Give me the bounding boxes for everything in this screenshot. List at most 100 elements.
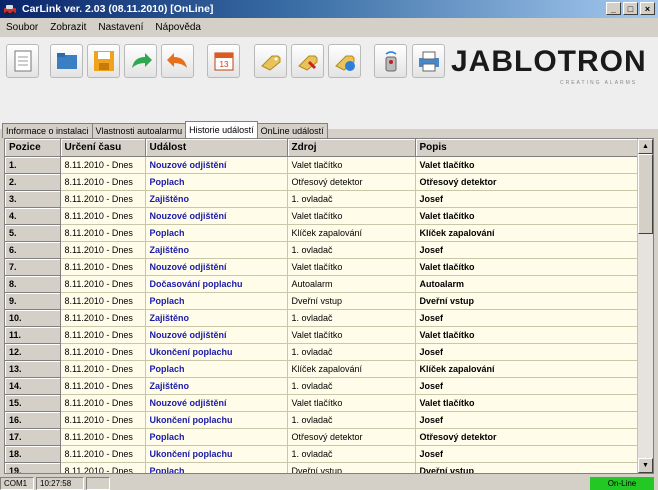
cell-description: Dveřní vstup — [415, 292, 640, 310]
table-row[interactable]: 13. 8.11.2010 - Dnes Poplach Klíček zapalov… — [5, 360, 640, 378]
svg-text:13: 13 — [220, 60, 229, 69]
cell-event: Ukončení poplachu — [145, 411, 288, 429]
maximize-button[interactable]: □ — [623, 2, 638, 15]
cell-source: 1. ovladač — [287, 241, 416, 259]
table-row[interactable]: 15. 8.11.2010 - Dnes Nouzové odjištění Vale… — [5, 394, 640, 412]
table-row[interactable]: 11. 8.11.2010 - Dnes Nouzové odjištění Vale… — [5, 326, 640, 344]
cell-description: Josef — [415, 411, 640, 429]
cell-time: 8.11.2010 - Dnes — [60, 394, 146, 412]
close-button[interactable]: × — [640, 2, 655, 15]
event-history-grid[interactable]: Pozice Určení času Událost Zdroj Popis 1… — [4, 138, 654, 474]
printer-icon — [419, 51, 439, 72]
calendar-icon: 13 — [214, 52, 234, 71]
menu-soubor[interactable]: Soubor — [0, 22, 44, 33]
table-row[interactable]: 16. 8.11.2010 - Dnes Ukončení poplachu 1. o… — [5, 411, 640, 429]
cell-time: 8.11.2010 - Dnes — [60, 275, 146, 293]
save-icon — [94, 51, 114, 71]
vertical-scrollbar[interactable]: ▲ ▼ — [637, 139, 653, 473]
table-row[interactable]: 4. 8.11.2010 - Dnes Nouzové odjištění Valet… — [5, 207, 640, 225]
table-row[interactable]: 18. 8.11.2010 - Dnes Ukončení poplachu 1. o… — [5, 445, 640, 463]
column-header-event[interactable]: Událost — [145, 139, 288, 157]
cell-event: Poplach — [145, 224, 288, 242]
minimize-button[interactable]: _ — [606, 2, 621, 15]
cell-source: 1. ovladač — [287, 377, 416, 395]
cell-position: 8. — [5, 275, 61, 293]
cell-event: Poplach — [145, 462, 288, 473]
table-row[interactable]: 6. 8.11.2010 - Dnes Zajištěno 1. ovladač Jos… — [5, 241, 640, 259]
table-row[interactable]: 1. 8.11.2010 - Dnes Nouzové odjištění Valet… — [5, 156, 640, 174]
online-status-badge: On-Line — [590, 477, 654, 490]
cell-event: Nouzové odjištění — [145, 207, 288, 225]
remote-control-button[interactable] — [374, 44, 407, 78]
cell-event: Zajištěno — [145, 241, 288, 259]
menu-bar: Soubor Zobrazit Nastavení Nápověda — [0, 18, 658, 36]
column-header-description[interactable]: Popis — [415, 139, 640, 157]
cell-event: Nouzové odjištění — [145, 156, 288, 174]
key-cut-button[interactable] — [291, 44, 324, 78]
cell-time: 8.11.2010 - Dnes — [60, 326, 146, 344]
table-row[interactable]: 12. 8.11.2010 - Dnes Ukončení poplachu 1. o… — [5, 343, 640, 361]
table-row[interactable]: 7. 8.11.2010 - Dnes Nouzové odjištění Valet… — [5, 258, 640, 276]
cell-time: 8.11.2010 - Dnes — [60, 207, 146, 225]
cell-time: 8.11.2010 - Dnes — [60, 360, 146, 378]
table-row[interactable]: 10. 8.11.2010 - Dnes Zajištěno 1. ovladač Jo… — [5, 309, 640, 327]
key-button[interactable] — [254, 44, 287, 78]
cell-event: Ukončení poplachu — [145, 445, 288, 463]
table-row[interactable]: 9. 8.11.2010 - Dnes Poplach Dveřní vstup Dve… — [5, 292, 640, 310]
status-bar: COM1 10:27:58 — [0, 477, 658, 490]
table-row[interactable]: 3. 8.11.2010 - Dnes Zajištěno 1. ovladač Jos… — [5, 190, 640, 208]
cell-source: Dveřní vstup — [287, 462, 416, 473]
new-document-button[interactable] — [6, 44, 39, 78]
table-row[interactable]: 5. 8.11.2010 - Dnes Poplach Klíček zapalová… — [5, 224, 640, 242]
undo-button[interactable] — [161, 44, 194, 78]
key-check-button[interactable] — [328, 44, 361, 78]
cell-position: 5. — [5, 224, 61, 242]
tab-installation-info[interactable]: Informace o instalaci — [2, 123, 93, 138]
cell-time: 8.11.2010 - Dnes — [60, 377, 146, 395]
cell-description: Josef — [415, 445, 640, 463]
cell-source: 1. ovladač — [287, 411, 416, 429]
tab-alarm-properties[interactable]: Vlastnosti autoalarmu — [91, 123, 187, 138]
cell-event: Dočasování poplachu — [145, 275, 288, 293]
table-row[interactable]: 14. 8.11.2010 - Dnes Zajištěno 1. ovladač Jo… — [5, 377, 640, 395]
column-header-time[interactable]: Určení času — [60, 139, 146, 157]
scroll-thumb[interactable] — [638, 154, 653, 234]
scroll-up-button[interactable]: ▲ — [638, 139, 653, 154]
calendar-button[interactable]: 13 — [207, 44, 240, 78]
table-header-row: Pozice Určení času Událost Zdroj Popis — [5, 139, 640, 157]
cell-position: 7. — [5, 258, 61, 276]
column-header-position[interactable]: Pozice — [5, 139, 61, 157]
column-header-source[interactable]: Zdroj — [287, 139, 416, 157]
redo-button[interactable] — [124, 44, 157, 78]
table-row[interactable]: 19. 8.11.2010 - Dnes Poplach Dveřní vstup Dv… — [5, 462, 640, 473]
cell-time: 8.11.2010 - Dnes — [60, 292, 146, 310]
tab-strip: Informace o instalaci Vlastnosti autoala… — [2, 121, 328, 138]
cell-position: 13. — [5, 360, 61, 378]
tab-online-events[interactable]: OnLine událostí — [256, 123, 328, 138]
cell-position: 15. — [5, 394, 61, 412]
table-body: 1. 8.11.2010 - Dnes Nouzové odjištění Valet… — [5, 156, 640, 473]
cell-event: Zajištěno — [145, 377, 288, 395]
cell-source: 1. ovladač — [287, 309, 416, 327]
cell-time: 8.11.2010 - Dnes — [60, 241, 146, 259]
jablotron-logo: JABLOTRON — [451, 45, 647, 78]
cell-time: 8.11.2010 - Dnes — [60, 309, 146, 327]
print-button[interactable] — [412, 44, 445, 78]
cell-source: Otřesový detektor — [287, 428, 416, 446]
scroll-down-button[interactable]: ▼ — [638, 458, 653, 473]
table-row[interactable]: 2. 8.11.2010 - Dnes Poplach Otřesový detekt… — [5, 173, 640, 191]
cell-source: Klíček zapalování — [287, 360, 416, 378]
table-row[interactable]: 17. 8.11.2010 - Dnes Poplach Otřesový detek… — [5, 428, 640, 446]
cell-event: Nouzové odjištění — [145, 258, 288, 276]
menu-zobrazit[interactable]: Zobrazit — [44, 22, 92, 33]
cell-description: Autoalarm — [415, 275, 640, 293]
menu-napoveda[interactable]: Nápověda — [149, 22, 207, 33]
cell-source: Valet tlačítko — [287, 394, 416, 412]
save-button[interactable] — [87, 44, 120, 78]
tab-event-history[interactable]: Historie událostí — [185, 121, 258, 138]
menu-nastaveni[interactable]: Nastavení — [92, 22, 149, 33]
cell-description: Otřesový detektor — [415, 428, 640, 446]
cell-position: 10. — [5, 309, 61, 327]
open-button[interactable] — [50, 44, 83, 78]
table-row[interactable]: 8. 8.11.2010 - Dnes Dočasování poplachu Aut… — [5, 275, 640, 293]
